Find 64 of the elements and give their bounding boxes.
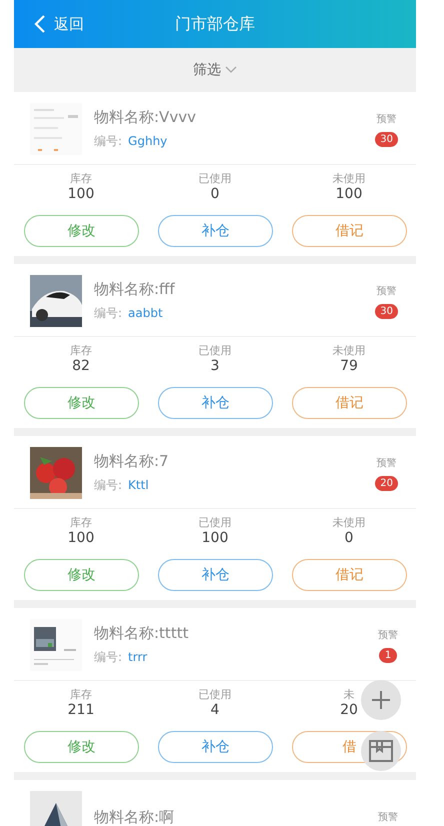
stat-label: 库存 (70, 515, 92, 530)
stat-label: 未 (344, 687, 354, 702)
alert-count-badge: 30 (375, 132, 398, 146)
stat-value: 4 (210, 702, 220, 718)
stat-label: 已使用 (198, 171, 232, 186)
stat-label: 库存 (70, 171, 92, 186)
material-name: 物料名称:ttttt (94, 624, 190, 643)
material-name: 物料名称:Vvvv (94, 108, 197, 127)
stat-label: 库存 (70, 687, 92, 702)
stat-label: 未使用 (332, 343, 366, 358)
code-value: Gghhy (128, 134, 168, 148)
stat-value: 100 (68, 530, 94, 546)
alert-label: 预警 (376, 284, 397, 298)
action-button[interactable]: 补仓 (158, 731, 273, 763)
action-button[interactable]: 借记 (292, 215, 407, 247)
stat-value: 20 (340, 702, 358, 718)
action-button[interactable]: 修改 (24, 215, 139, 247)
action-button[interactable]: 补仓 (158, 559, 273, 591)
material-name: 物料名称:7 (94, 452, 170, 471)
code-label: 编号: (94, 649, 122, 666)
action-button[interactable]: 修改 (24, 731, 139, 763)
material-name: 物料名称:啊 (94, 808, 176, 826)
stat-value: 0 (344, 530, 354, 546)
code-label: 编号: (94, 477, 122, 494)
alert-count-badge: 1 (379, 648, 397, 662)
stat-value: 211 (68, 702, 94, 718)
action-button[interactable]: 修改 (24, 559, 139, 591)
action-button[interactable]: 补仓 (158, 387, 273, 419)
code-label: 编号: (94, 305, 122, 322)
stat-label: 未使用 (332, 515, 366, 530)
back-label: 返回 (54, 14, 84, 34)
action-button[interactable]: 补仓 (158, 215, 273, 247)
alert-label: 预警 (378, 811, 398, 824)
action-button[interactable]: 借记 (292, 559, 407, 591)
alert-label: 预警 (376, 456, 397, 470)
alert-label: 预警 (376, 112, 397, 126)
stat-label: 已使用 (198, 687, 232, 702)
plus-icon (371, 690, 391, 710)
code-value: Kttl (128, 478, 149, 492)
alert-count-badge: 20 (375, 476, 398, 490)
action-button[interactable]: 借记 (292, 387, 407, 419)
code-label: 编号: (94, 133, 122, 150)
material-name: 物料名称:fff (94, 280, 176, 299)
stat-value: 100 (202, 530, 228, 546)
alert-label: 预警 (378, 628, 398, 642)
stat-label: 未使用 (332, 171, 366, 186)
stat-value: 82 (72, 358, 90, 374)
stat-value: 0 (210, 186, 220, 202)
back-icon (34, 14, 46, 34)
stat-value: 79 (340, 358, 358, 374)
action-button[interactable]: 修改 (24, 387, 139, 419)
box-icon (368, 739, 394, 763)
alert-count-badge: 30 (375, 304, 398, 318)
chevron-down-icon (225, 66, 237, 74)
stat-label: 库存 (70, 343, 92, 358)
page-title: 门市部仓库 (175, 14, 255, 34)
code-value: aabbt (128, 306, 163, 320)
stat-label: 已使用 (198, 515, 232, 530)
code-value: trrr (128, 650, 148, 664)
stat-value: 100 (68, 186, 94, 202)
stat-label: 已使用 (198, 343, 232, 358)
back-button[interactable]: 返回 (14, 14, 84, 34)
stat-value: 100 (336, 186, 362, 202)
stat-value: 3 (210, 358, 220, 374)
